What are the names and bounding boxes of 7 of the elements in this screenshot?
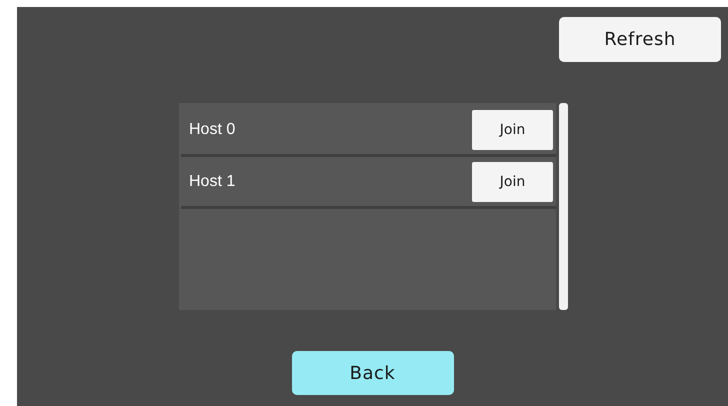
refresh-button[interactable]: Refresh (559, 17, 721, 62)
join-button[interactable]: Join (472, 110, 553, 150)
host-name: Host 0 (189, 120, 236, 138)
host-name: Host 1 (189, 172, 236, 190)
join-button[interactable]: Join (472, 162, 553, 202)
back-button[interactable]: Back (292, 351, 454, 395)
scrollbar[interactable] (559, 103, 568, 310)
